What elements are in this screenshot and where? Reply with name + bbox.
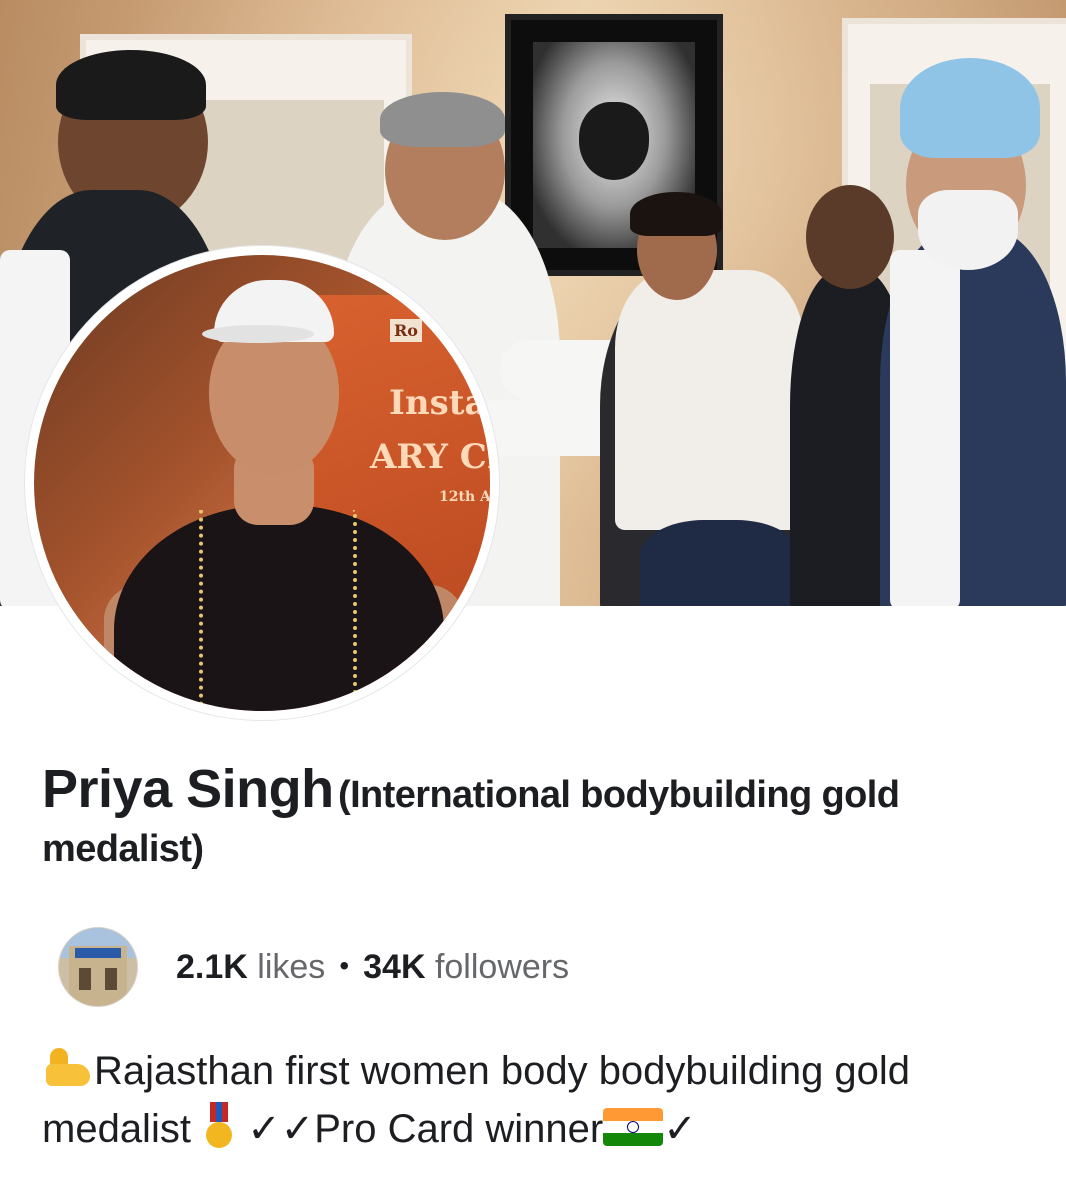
- cap-brim: [202, 325, 314, 343]
- india-flag-icon: [603, 1108, 664, 1146]
- profile-name: Priya Singh: [42, 759, 334, 819]
- likes-count[interactable]: 2.1K: [176, 948, 248, 986]
- banner-text-mid: Installa: [389, 383, 490, 423]
- bio-line2-a: medalist: [42, 1107, 191, 1151]
- friend-avatar[interactable]: [58, 927, 138, 1007]
- banner-text-low: ARY CLU: [370, 437, 490, 477]
- bio-line1: Rajasthan first women body bodybuilding …: [94, 1049, 911, 1093]
- followers-count[interactable]: 34K: [363, 948, 425, 986]
- page-stats: 2.1K likes • 34K followers: [58, 926, 569, 1008]
- profile-photo: Ro Installa ARY CLU 12th A: [34, 255, 490, 711]
- flexed-biceps-icon: [42, 1046, 94, 1090]
- profile-name-suffix-line2: medalist): [42, 828, 204, 870]
- bio-line2-b: ✓✓Pro Card winner: [247, 1107, 604, 1151]
- military-medal-icon: [202, 1102, 236, 1152]
- profile-name-block: Priya Singh (International bodybuilding …: [42, 762, 1032, 868]
- stats-separator: •: [339, 949, 350, 981]
- banner-text-date: 12th A: [439, 489, 490, 505]
- profile-bio: Rajasthan first women body bodybuilding …: [42, 1042, 1022, 1158]
- profile-name-suffix: (International bodybuilding gold: [338, 774, 900, 816]
- profile-picture[interactable]: Ro Installa ARY CLU 12th A: [25, 246, 499, 720]
- likes-label[interactable]: likes: [257, 948, 325, 986]
- bio-line2-c: ✓: [663, 1107, 697, 1151]
- stats-text: 2.1K likes • 34K followers: [176, 948, 569, 987]
- gold-chain: [199, 510, 357, 711]
- followers-label[interactable]: followers: [435, 948, 569, 986]
- banner-text-top: Ro: [390, 319, 422, 342]
